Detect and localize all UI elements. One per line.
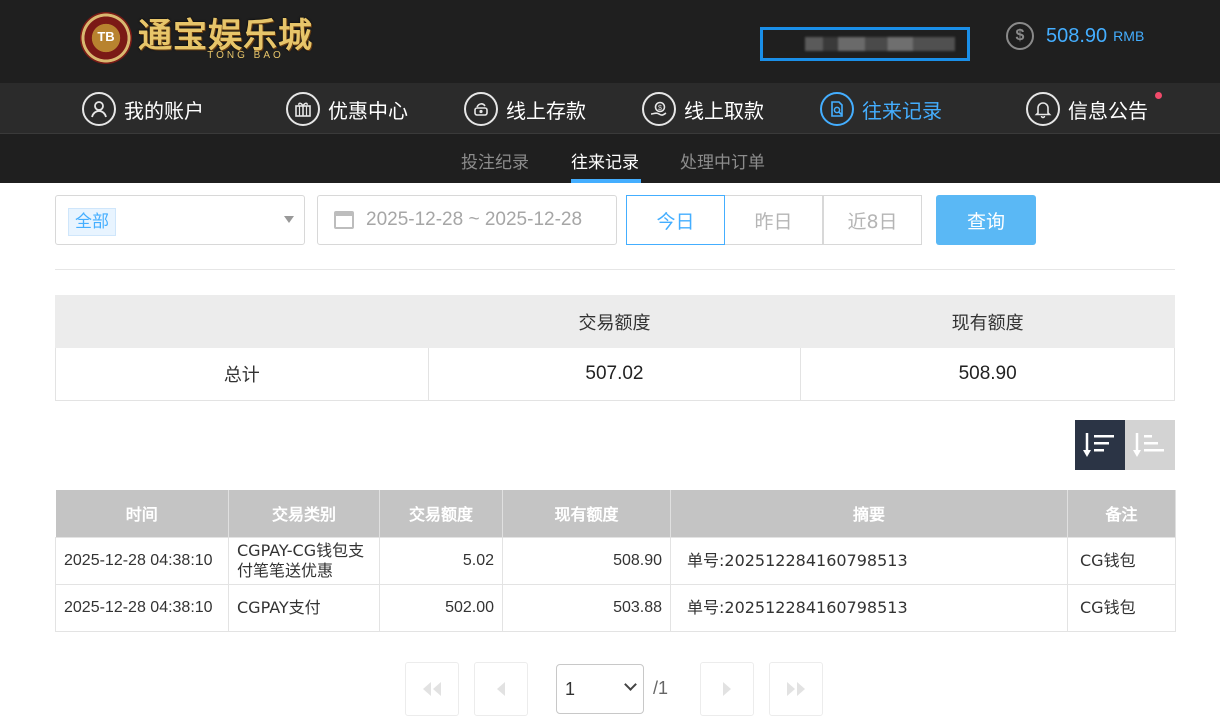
chevron-left-icon [497, 682, 505, 696]
casino-chip-logo-icon: TB [80, 12, 132, 64]
page-number-select[interactable]: 1 [556, 664, 644, 714]
date-range-picker[interactable]: 2025-12-28 ~ 2025-12-28 [317, 195, 617, 245]
cell-note: CG钱包 [1067, 583, 1176, 632]
next-page-button[interactable] [700, 662, 754, 716]
chevron-right-icon [723, 682, 731, 696]
cell-note: CG钱包 [1067, 536, 1176, 585]
double-chevron-right-icon [787, 682, 805, 696]
last-8-days-button[interactable]: 近8日 [823, 195, 922, 245]
cell-balance: 503.88 [502, 583, 671, 632]
cell-time: 2025-12-28 04:38:10 [55, 536, 229, 585]
summary-total-row: 总计 507.02 508.90 [55, 347, 1175, 401]
transactions-table: 时间 交易类别 交易额度 现有额度 摘要 备注 2025-12-28 04:38… [55, 490, 1176, 632]
first-page-button[interactable] [405, 662, 459, 716]
col-header-summary: 摘要 [670, 490, 1068, 537]
table-row: 2025-12-28 04:38:10 CGPAY支付 502.00 503.8… [55, 583, 1176, 632]
logo-chip-text: TB [97, 29, 115, 44]
chevron-down-icon [624, 678, 637, 691]
username-box[interactable] [760, 27, 970, 61]
filter-divider [55, 269, 1175, 270]
sort-descending-icon [1083, 433, 1114, 457]
balance-unit: RMB [1113, 28, 1145, 44]
tab-bet-records[interactable]: 投注纪录 [461, 148, 529, 173]
cell-amount: 5.02 [379, 536, 503, 585]
active-tab-underline [571, 179, 641, 183]
transaction-type-select[interactable]: 全部 [55, 195, 305, 245]
dollar-coin-icon: $ [1006, 22, 1034, 50]
cell-summary: 单号:202512284160798513 [670, 583, 1068, 632]
nav-label: 优惠中心 [328, 98, 408, 123]
gift-icon [286, 92, 320, 126]
summary-header-row: 交易额度 现有额度 [55, 295, 1175, 348]
brand-logo[interactable]: TB 通宝娱乐城 TONG BAO [80, 10, 313, 66]
caret-down-icon [284, 216, 294, 223]
summary-table: 交易额度 现有额度 总计 507.02 508.90 [55, 295, 1175, 401]
record-search-icon [820, 92, 854, 126]
col-header-balance: 现有额度 [502, 490, 671, 537]
cell-summary: 单号:202512284160798513 [670, 536, 1068, 585]
col-header-note: 备注 [1067, 490, 1176, 537]
main-nav: 我的账户 优惠中心 线上存款 $ 线上取款 往来记录 信息公告 [0, 83, 1220, 134]
summary-total-trade: 507.02 [427, 347, 802, 401]
summary-total-current: 508.90 [800, 347, 1175, 401]
table-row: 2025-12-28 04:38:10 CGPAY-CG钱包支付笔笔送优惠 5.… [55, 536, 1176, 585]
masked-username [805, 37, 955, 51]
svg-text:$: $ [658, 105, 662, 112]
calendar-icon [334, 211, 354, 229]
tab-transaction-records[interactable]: 往来记录 [571, 148, 639, 173]
double-chevron-left-icon [423, 682, 441, 696]
nav-label: 信息公告 [1068, 98, 1148, 123]
sub-nav: 投注纪录 往来记录 处理中订单 [0, 134, 1220, 183]
cell-type: CGPAY支付 [228, 583, 380, 632]
summary-header-empty [55, 295, 429, 348]
page-current: 1 [565, 678, 576, 699]
col-header-type: 交易类别 [228, 490, 380, 537]
logo-name-en: TONG BAO [207, 49, 284, 61]
nav-transaction-records[interactable]: 往来记录 [820, 92, 942, 126]
nav-label: 线上取款 [684, 98, 764, 123]
summary-header-current: 现有额度 [800, 295, 1175, 348]
nav-announcements[interactable]: 信息公告 [1026, 92, 1162, 126]
last-page-button[interactable] [769, 662, 823, 716]
prev-page-button[interactable] [474, 662, 528, 716]
nav-online-deposit[interactable]: 线上存款 [464, 92, 586, 126]
deposit-icon [464, 92, 498, 126]
summary-header-trade: 交易额度 [427, 295, 802, 348]
today-button[interactable]: 今日 [626, 195, 725, 245]
user-icon [82, 92, 116, 126]
nav-label: 我的账户 [124, 98, 204, 123]
nav-online-withdraw[interactable]: $ 线上取款 [642, 92, 764, 126]
cell-type: CGPAY-CG钱包支付笔笔送优惠 [228, 536, 380, 585]
withdraw-icon: $ [642, 92, 676, 126]
page-total: /1 [653, 678, 669, 698]
table-header-row: 时间 交易类别 交易额度 现有额度 摘要 备注 [55, 490, 1176, 537]
col-header-amount: 交易额度 [379, 490, 503, 537]
top-header: TB 通宝娱乐城 TONG BAO $ 508.90 RMB [0, 0, 1220, 83]
summary-total-label: 总计 [55, 347, 429, 401]
yesterday-button[interactable]: 昨日 [724, 195, 823, 245]
search-button[interactable]: 查询 [936, 195, 1036, 245]
nav-label: 往来记录 [862, 98, 942, 123]
selected-type-tag: 全部 [68, 208, 116, 236]
cell-time: 2025-12-28 04:38:10 [55, 583, 229, 632]
logo-wordmark: 通宝娱乐城 TONG BAO [138, 16, 313, 61]
cell-amount: 502.00 [379, 583, 503, 632]
balance-amount: 508.90 [1046, 24, 1108, 47]
date-range-text: 2025-12-28 ~ 2025-12-28 [366, 209, 583, 230]
nav-promotions[interactable]: 优惠中心 [286, 92, 408, 126]
balance-display: $ 508.90 RMB [1006, 22, 1144, 50]
col-header-time: 时间 [55, 490, 229, 537]
sort-descending-button[interactable] [1075, 420, 1125, 470]
bell-icon [1026, 92, 1060, 126]
nav-label: 线上存款 [506, 98, 586, 123]
tab-pending-orders[interactable]: 处理中订单 [680, 148, 765, 173]
cell-balance: 508.90 [502, 536, 671, 585]
notification-dot [1155, 92, 1162, 99]
sort-ascending-icon [1133, 433, 1164, 457]
nav-my-account[interactable]: 我的账户 [82, 92, 204, 126]
sort-ascending-button[interactable] [1125, 420, 1175, 470]
